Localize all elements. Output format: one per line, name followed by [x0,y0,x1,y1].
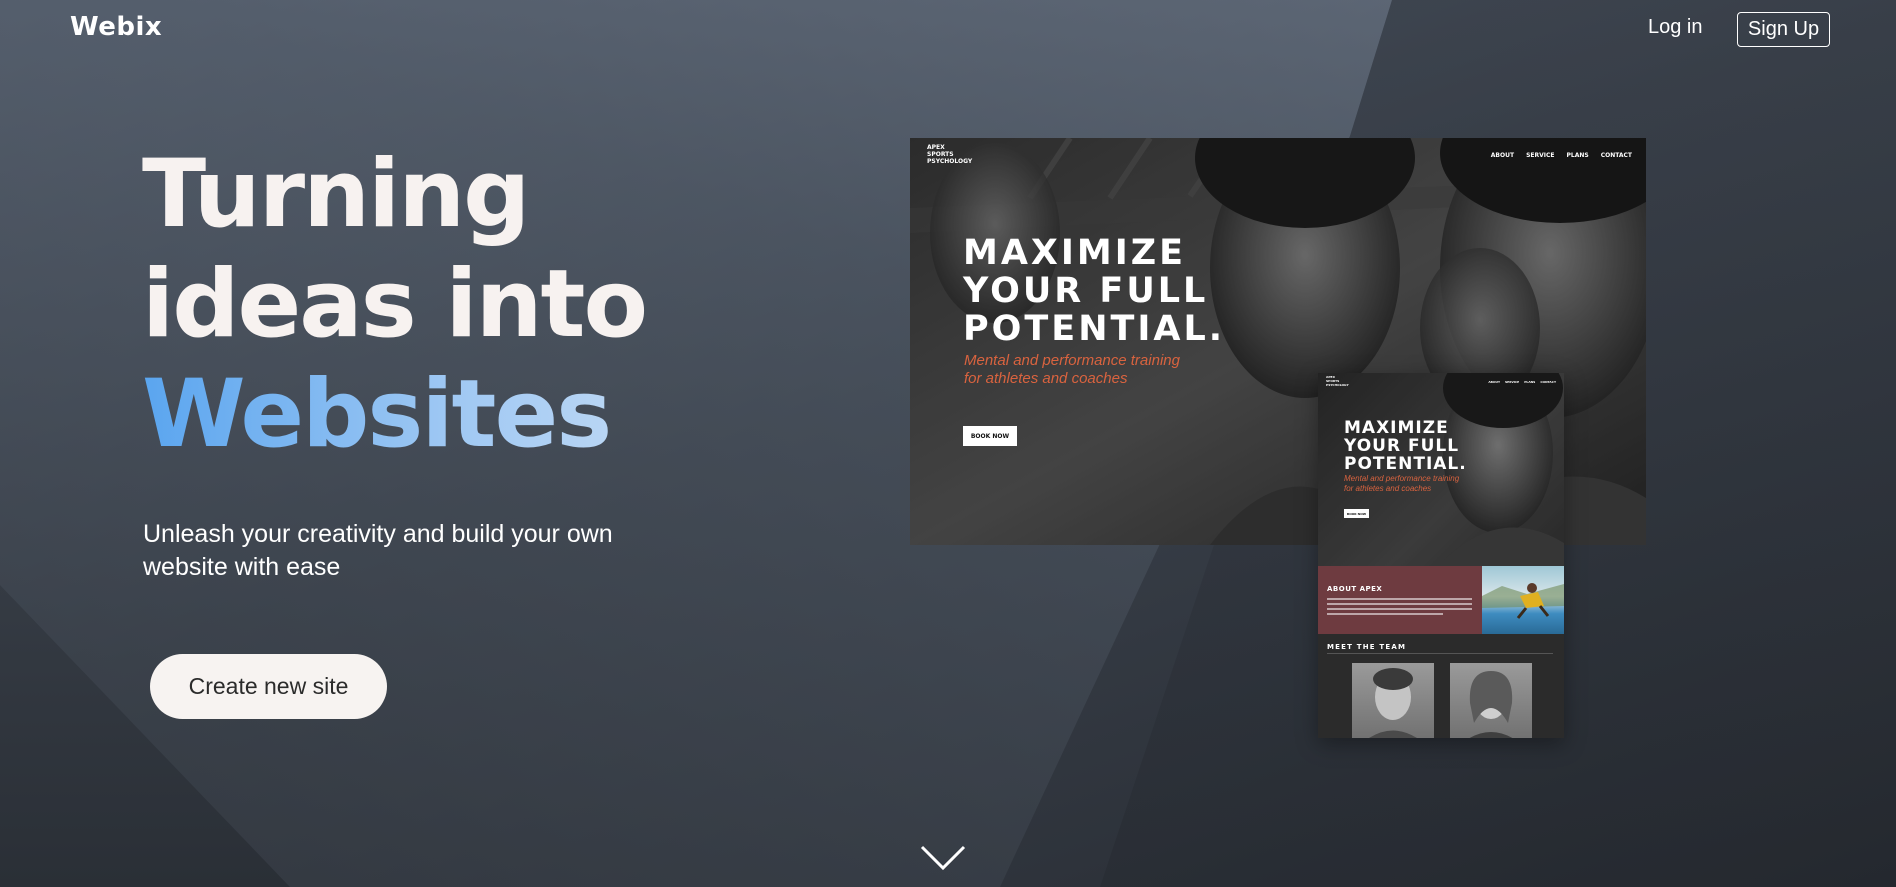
preview-nav-contact: CONTACT [1600,152,1632,159]
team-title: MEET THE TEAM [1327,643,1407,651]
mobile-headline-line: MAXIMIZE [1344,418,1449,438]
mobile-about-section: ABOUT APEX [1318,566,1482,634]
preview-brand-line: SPORTS [927,151,954,158]
mobile-book-button: BOOK NOW [1344,509,1369,518]
mobile-nav-item: PLANS [1524,380,1536,384]
mobile-brand-line: PSYCHOLOGY [1326,383,1349,387]
preview-nav-about: ABOUT [1490,152,1515,159]
login-link[interactable]: Log in [1648,16,1703,39]
sprinter-photo [1482,566,1564,634]
about-title: ABOUT APEX [1327,585,1383,593]
create-site-button[interactable]: Create new site [150,654,387,719]
portrait-woman [1469,671,1513,738]
preview-nav: ABOUT SERVICE PLANS CONTACT [1491,152,1632,159]
preview-brand: APEX SPORTS PSYCHOLOGY [927,144,972,165]
preview-tagline: Mental and performance training for athl… [964,352,1224,388]
preview-nav-service: SERVICE [1526,152,1555,159]
team-portrait-1 [1352,663,1434,738]
mobile-headline-line: YOUR FULL [1344,436,1460,456]
mobile-tagline-line: for athletes and coaches [1344,484,1432,493]
mobile-preview: APEX SPORTS PSYCHOLOGY ABOUT SERVICE PLA… [1318,373,1564,738]
logo[interactable]: Webix [70,12,162,42]
portrait-man [1369,668,1417,738]
mobile-preview-tagline: Mental and performance training for athl… [1344,474,1484,494]
preview-headline-line: POTENTIAL. [963,309,1226,349]
preview-brand-line: PSYCHOLOGY [927,158,973,165]
preview-nav-plans: PLANS [1566,152,1589,159]
hero-title: Turning ideas into Websites [142,140,702,470]
preview-headline-line: YOUR FULL [963,271,1209,311]
mobile-preview-brand: APEX SPORTS PSYCHOLOGY [1326,375,1349,387]
mobile-nav-item: ABOUT [1488,380,1501,384]
mobile-preview-hero: APEX SPORTS PSYCHOLOGY ABOUT SERVICE PLA… [1318,373,1564,566]
hero-title-accent: Websites [142,360,702,470]
mobile-headline-line: POTENTIAL. [1344,454,1467,474]
hero-title-line1: Turning [142,140,530,249]
mobile-nav-item: CONTACT [1540,380,1556,384]
preview-tagline-line: for athletes and coaches [964,370,1128,387]
mobile-preview-nav: ABOUT SERVICE PLANS CONTACT [1488,380,1556,384]
hero-subtitle: Unleash your creativity and build your o… [143,520,613,581]
about-text-lines [1327,598,1472,618]
team-divider [1327,653,1553,654]
preview-headline: MAXIMIZE YOUR FULL POTENTIAL. [963,234,1263,348]
preview-headline-line: MAXIMIZE [963,233,1187,273]
mobile-tagline-line: Mental and performance training [1344,474,1460,483]
preview-brand-line: APEX [927,144,945,151]
preview-book-button: BOOK NOW [963,426,1017,446]
mobile-preview-headline: MAXIMIZE YOUR FULL POTENTIAL. [1344,419,1494,473]
chevron-down-icon[interactable] [918,842,968,872]
preview-tagline-line: Mental and performance training [964,352,1180,369]
signup-button[interactable]: Sign Up [1737,12,1830,47]
team-portrait-2 [1450,663,1532,738]
sprinter-illustration [1482,583,1564,619]
mobile-nav-item: SERVICE [1505,380,1520,384]
hero-title-line2: ideas into [142,250,648,359]
